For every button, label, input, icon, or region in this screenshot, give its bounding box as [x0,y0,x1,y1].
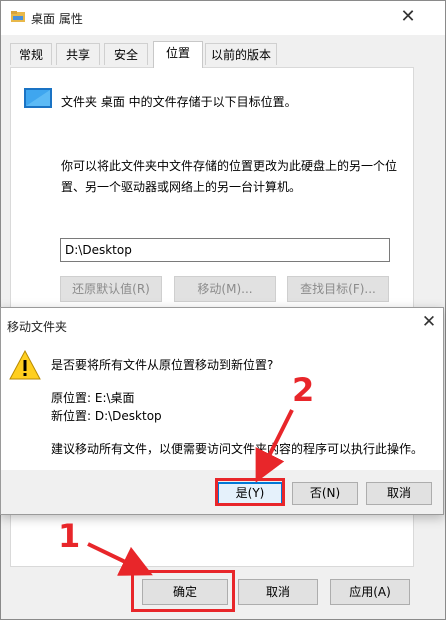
step-number-2: 2 [292,371,315,409]
move-advice: 建议移动所有文件，以便需要访问文件夹内容的程序可以执行此操作。 [51,442,424,456]
location-note: 你可以将此文件夹中文件存储的位置更改为此硬盘上的另一个位置、另一个驱动器或网络上… [61,159,398,194]
tab-sharing[interactable]: 共享 [56,43,100,65]
find-target-button[interactable]: 查找目标(F)... [287,276,389,302]
highlight-ok-button [131,570,235,612]
dialog-close-icon[interactable]: ✕ [419,312,439,332]
path-input[interactable]: D:\Desktop [60,238,390,262]
step-number-1: 1 [58,517,81,555]
title-bar: 桌面 属性 ✕ [1,1,445,35]
move-button[interactable]: 移动(M)... [174,276,276,302]
warning-icon [9,350,41,380]
no-button[interactable]: 否(N) [292,482,358,505]
cancel-button[interactable]: 取消 [238,579,318,605]
location-description: 文件夹 桌面 中的文件存储于以下目标位置。 [61,95,297,109]
original-location: 原位置: E:\桌面 [51,391,135,405]
highlight-yes-button [215,478,285,506]
dialog-title: 移动文件夹 [7,320,68,334]
folder-icon [11,11,25,22]
tab-security[interactable]: 安全 [104,43,148,65]
window-title: 桌面 属性 [31,12,83,26]
tab-previous-versions[interactable]: 以前的版本 [205,43,277,65]
dialog-cancel-button[interactable]: 取消 [366,482,432,505]
restore-default-button[interactable]: 还原默认值(R) [60,276,162,302]
new-location: 新位置: D:\Desktop [51,409,162,423]
apply-button[interactable]: 应用(A) [330,579,410,605]
monitor-icon [24,88,52,108]
tab-location[interactable]: 位置 [153,41,203,68]
move-question: 是否要将所有文件从原位置移动到新位置? [51,358,274,372]
close-icon[interactable]: ✕ [397,6,419,28]
tab-general[interactable]: 常规 [10,43,52,65]
